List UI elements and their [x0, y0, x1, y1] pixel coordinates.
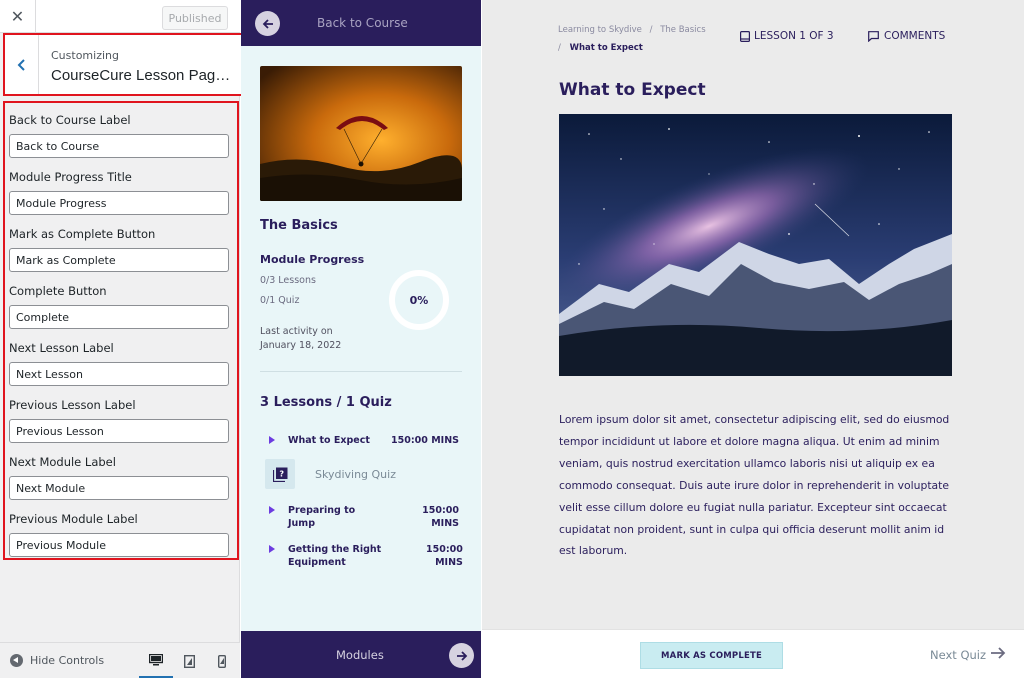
play-icon	[269, 436, 275, 444]
lesson-counter: LESSON 1 OF 3	[740, 30, 834, 42]
field-label: Next Module Label	[9, 455, 116, 469]
field-label: Next Lesson Label	[9, 341, 114, 355]
breadcrumb-separator: /	[649, 25, 653, 35]
last-activity-date: January 18, 2022	[260, 340, 342, 351]
lesson-name: What to Expect	[288, 435, 370, 446]
previous-module-input[interactable]	[9, 533, 229, 557]
preview-desktop-button[interactable]	[139, 643, 173, 678]
progress-percent: 0%	[409, 293, 429, 307]
settings-fields: Back to Course Label Module Progress Tit…	[3, 101, 239, 560]
hide-controls-button[interactable]: Hide Controls	[10, 654, 104, 667]
progress-ring: 0%	[389, 270, 449, 330]
breadcrumb: Learning to Skydive / The Basics / What …	[558, 21, 728, 57]
field-next-lesson-label: Next Lesson Label	[9, 340, 233, 386]
field-previous-module-label: Previous Module Label	[9, 511, 233, 557]
lesson-body: Lorem ipsum dolor sit amet, consectetur …	[559, 413, 950, 558]
comment-icon	[868, 30, 879, 42]
lesson-item-what-to-expect[interactable]: What to Expect 150:00 MINS	[269, 434, 459, 447]
next-module-input[interactable]	[9, 476, 229, 500]
lessons-count: 0/3 Lessons	[260, 275, 316, 286]
field-label: Complete Button	[9, 284, 107, 298]
lessons-heading: 3 Lessons / 1 Quiz	[260, 395, 392, 410]
back-arrow-icon[interactable]	[255, 11, 280, 36]
lesson-content: Learning to Skydive / The Basics / What …	[482, 0, 1024, 629]
next-quiz-link[interactable]: Next Quiz	[930, 648, 986, 662]
breadcrumb-module[interactable]: The Basics	[660, 25, 705, 35]
collapse-icon	[10, 654, 23, 667]
comments-label: COMMENTS	[884, 30, 946, 42]
field-label: Previous Lesson Label	[9, 398, 136, 412]
quiz-name: Skydiving Quiz	[315, 467, 396, 481]
modules-label: Modules	[336, 648, 384, 662]
field-label: Back to Course Label	[9, 113, 131, 127]
preview-mobile-button[interactable]	[205, 643, 239, 678]
arrow-right-icon[interactable]	[990, 645, 1006, 664]
customizing-section-header: Customizing CourseCure Lesson Page ...	[3, 33, 243, 96]
close-customizer-button[interactable]: ✕	[0, 0, 36, 33]
lesson-counter-label: LESSON 1 OF 3	[754, 30, 834, 42]
module-image-paraglider	[260, 66, 462, 201]
mark-as-complete-button[interactable]: MARK AS COMPLETE	[640, 642, 783, 669]
customizer-header: ✕ Published	[0, 0, 240, 33]
arrow-right-icon[interactable]	[449, 643, 474, 668]
field-module-progress-title: Module Progress Title	[9, 169, 233, 215]
breadcrumb-separator: /	[558, 43, 561, 53]
chevron-left-icon	[17, 58, 25, 71]
book-icon	[740, 30, 750, 42]
lesson-item-preparing-to-jump[interactable]: Preparing to Jump 150:00 MINS	[269, 504, 459, 530]
lesson-image-milky-way-mountains	[559, 114, 952, 376]
customizing-label: Customizing	[51, 49, 119, 62]
course-sidebar: Back to Course The Basics Module Progres…	[241, 0, 481, 678]
back-to-course-label[interactable]: Back to Course	[317, 16, 408, 30]
last-activity-label: Last activity on	[260, 326, 333, 337]
breadcrumb-course[interactable]: Learning to Skydive	[558, 25, 642, 35]
customizing-title: CourseCure Lesson Page ...	[51, 67, 237, 84]
close-icon: ✕	[10, 7, 25, 26]
lesson-duration: 150:00 MINS	[422, 505, 459, 529]
field-complete-button: Complete Button	[9, 283, 233, 329]
divider	[260, 371, 462, 372]
preview-tablet-button[interactable]	[172, 643, 206, 678]
quiz-count: 0/1 Quiz	[260, 295, 300, 306]
back-section-button[interactable]	[5, 35, 39, 94]
mark-complete-input[interactable]	[9, 248, 229, 272]
lesson-navigation-bar: MARK AS COMPLETE Next Quiz	[482, 629, 1024, 678]
lesson-item-getting-equipment[interactable]: Getting the Right Equipment 150:00 MINS	[269, 543, 463, 569]
field-back-to-course-label: Back to Course Label	[9, 112, 233, 158]
field-previous-lesson-label: Previous Lesson Label	[9, 397, 233, 443]
module-progress-input[interactable]	[9, 191, 229, 215]
desktop-icon	[149, 653, 163, 665]
previous-lesson-input[interactable]	[9, 419, 229, 443]
complete-input[interactable]	[9, 305, 229, 329]
customizer-panel: ✕ Published Customizing CourseCure Lesso…	[0, 0, 243, 678]
back-to-course-bar[interactable]: Back to Course	[241, 0, 481, 46]
lesson-title: What to Expect	[559, 80, 706, 100]
lesson-duration: 150:00 MINS	[391, 435, 459, 446]
lesson-name: Preparing to Jump	[288, 505, 356, 529]
play-icon	[269, 545, 275, 553]
quiz-icon: ?	[265, 459, 295, 489]
module-progress-title: Module Progress	[260, 253, 365, 266]
field-label: Module Progress Title	[9, 170, 132, 184]
lesson-duration: 150:00 MINS	[426, 544, 463, 568]
module-title: The Basics	[260, 218, 338, 233]
field-mark-complete-button: Mark as Complete Button	[9, 226, 233, 272]
next-lesson-input[interactable]	[9, 362, 229, 386]
comments-link[interactable]: COMMENTS	[868, 30, 945, 42]
quiz-item-skydiving-quiz[interactable]: ? Skydiving Quiz	[265, 459, 455, 489]
tablet-icon	[183, 654, 195, 668]
field-label: Mark as Complete Button	[9, 227, 156, 241]
back-to-course-input[interactable]	[9, 134, 229, 158]
mobile-icon	[218, 654, 226, 668]
breadcrumb-current: What to Expect	[569, 43, 643, 53]
modules-bar[interactable]: Modules	[241, 631, 481, 678]
customizer-footer: Hide Controls	[0, 642, 240, 678]
field-next-module-label: Next Module Label	[9, 454, 233, 500]
play-icon	[269, 506, 275, 514]
field-label: Previous Module Label	[9, 512, 138, 526]
svg-text:?: ?	[279, 469, 284, 478]
hide-controls-label: Hide Controls	[30, 654, 105, 667]
lesson-name: Getting the Right Equipment	[288, 544, 382, 568]
published-button[interactable]: Published	[162, 6, 228, 30]
